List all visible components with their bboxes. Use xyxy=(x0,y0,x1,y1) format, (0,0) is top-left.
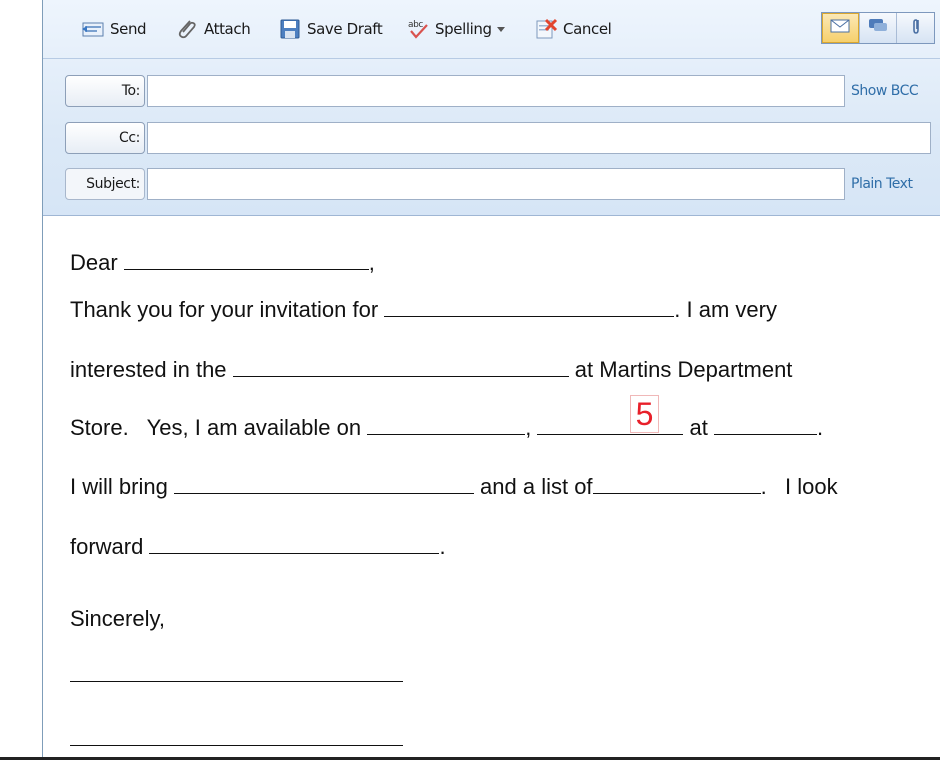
cc-input[interactable] xyxy=(147,122,931,154)
paperclip-icon xyxy=(910,17,922,40)
letter-line-6: forward . xyxy=(70,533,446,560)
view-mode-group xyxy=(821,12,935,44)
blank-field xyxy=(123,249,369,270)
svg-text:abc: abc xyxy=(408,20,423,30)
letter-text: . I am very xyxy=(674,297,777,322)
spellcheck-icon: abc xyxy=(406,18,430,40)
letter-text: , xyxy=(525,415,538,440)
view-attachment-button[interactable] xyxy=(897,13,934,43)
letter-text: and a list of xyxy=(473,474,593,499)
signature-line-1 xyxy=(70,681,403,682)
speech-bubble-icon xyxy=(868,18,888,39)
letter-text: interested in the xyxy=(70,357,233,382)
blank-field xyxy=(173,473,474,494)
send-icon xyxy=(81,18,105,40)
letter-text: Store. Yes, I am available on xyxy=(70,415,368,440)
compose-toolbar: Send Attach Save Draft abc Spelling Canc… xyxy=(43,0,940,59)
letter-line-5: I will bring and a list of . I look xyxy=(70,473,838,500)
cc-row: Cc: xyxy=(43,122,940,156)
letter-line-1: Dear , xyxy=(70,249,375,276)
cc-button[interactable]: Cc: xyxy=(65,122,145,154)
chevron-down-icon[interactable] xyxy=(496,26,505,32)
letter-text: I will bring xyxy=(70,474,174,499)
blank-field xyxy=(149,533,440,554)
letter-text: forward xyxy=(70,534,150,559)
subject-label: Subject: xyxy=(65,168,145,200)
blank-field xyxy=(592,473,761,494)
send-label: Send xyxy=(110,20,147,38)
letter-text: Thank you for your invitation for xyxy=(70,297,385,322)
closing-text: Sincerely, xyxy=(70,606,165,631)
blank-field xyxy=(714,414,817,435)
cancel-button[interactable]: Cancel xyxy=(534,16,612,42)
paperclip-icon xyxy=(175,18,199,40)
save-draft-button[interactable]: Save Draft xyxy=(278,16,383,42)
letter-text: . I look xyxy=(760,474,838,499)
cancel-label: Cancel xyxy=(563,20,612,38)
show-bcc-link[interactable]: Show BCC xyxy=(851,83,919,99)
attach-button[interactable]: Attach xyxy=(175,16,251,42)
envelope-icon xyxy=(830,19,850,38)
cancel-icon xyxy=(534,18,558,40)
blank-field xyxy=(232,356,569,377)
attach-label: Attach xyxy=(204,20,251,38)
message-body[interactable]: Dear , Thank you for your invitation for… xyxy=(43,216,940,760)
letter-line-3: interested in the at Martins Department xyxy=(70,356,792,383)
view-chat-button[interactable] xyxy=(860,13,898,43)
view-message-button[interactable] xyxy=(822,13,860,43)
letter-line-4: Store. Yes, I am available on , at . xyxy=(70,414,823,441)
letter-text: , xyxy=(368,250,375,275)
subject-row: Subject: Plain Text xyxy=(43,168,940,202)
letter-text: at xyxy=(683,415,714,440)
spelling-button[interactable]: abc Spelling xyxy=(406,16,505,42)
email-compose-window: Send Attach Save Draft abc Spelling Canc… xyxy=(42,0,940,760)
to-button[interactable]: To: xyxy=(65,75,145,107)
number-marker: 5 xyxy=(630,395,659,433)
letter-text: . xyxy=(817,415,824,440)
subject-input[interactable] xyxy=(147,168,845,200)
compose-header: Send Attach Save Draft abc Spelling Canc… xyxy=(43,0,940,216)
plain-text-link[interactable]: Plain Text xyxy=(851,176,913,192)
letter-text: at Martins Department xyxy=(568,357,793,382)
blank-field xyxy=(537,414,684,435)
letter-line-2: Thank you for your invitation for . I am… xyxy=(70,296,777,323)
blank-field xyxy=(367,414,526,435)
blank-field xyxy=(384,296,675,317)
floppy-disk-icon xyxy=(278,18,302,40)
to-row: To: Show BCC xyxy=(43,75,940,109)
to-input[interactable] xyxy=(147,75,845,107)
spelling-label: Spelling xyxy=(435,20,492,38)
letter-text: . xyxy=(439,534,446,559)
signature-line-2 xyxy=(70,745,403,746)
letter-text: Dear xyxy=(70,250,124,275)
send-button[interactable]: Send xyxy=(81,16,147,42)
save-draft-label: Save Draft xyxy=(307,20,383,38)
